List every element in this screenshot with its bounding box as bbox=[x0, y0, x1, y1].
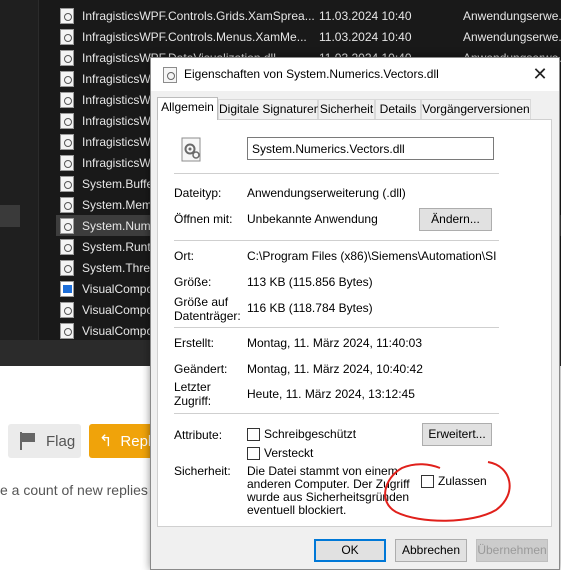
security-text-line2: anderen Computer. Der Zugriff bbox=[247, 477, 410, 491]
location-label: Ort: bbox=[174, 249, 194, 263]
file-name: InfragisticsWPF.Controls.Menus.XamMe... bbox=[82, 29, 307, 44]
dll-file-icon bbox=[60, 238, 74, 255]
dll-file-icon bbox=[60, 217, 74, 234]
allow-checkbox[interactable]: Zulassen bbox=[419, 472, 487, 490]
file-type: Anwendungserwe... bbox=[463, 29, 561, 44]
dll-gear-icon bbox=[181, 137, 201, 162]
disk-size-label-line1: Größe auf bbox=[174, 295, 229, 309]
opens-with-label: Öffnen mit: bbox=[174, 212, 233, 226]
forum-notice-text: e a count of new replies bbox=[0, 482, 148, 498]
flag-label: Flag bbox=[46, 432, 76, 450]
type-value: Anwendungserweiterung (.dll) bbox=[247, 186, 406, 200]
file-row[interactable]: InfragisticsWPF.Controls.Grids.XamSprea.… bbox=[56, 5, 561, 26]
allow-label: Zulassen bbox=[438, 474, 487, 488]
size-label: Größe: bbox=[174, 275, 212, 289]
navigation-pane bbox=[0, 0, 38, 340]
dll-file-icon bbox=[60, 259, 74, 276]
dialog-title: Eigenschaften von System.Numerics.Vector… bbox=[184, 67, 439, 81]
opens-with-value: Unbekannte Anwendung bbox=[247, 212, 378, 226]
hidden-checkbox[interactable]: Versteckt bbox=[247, 446, 313, 460]
tab-security[interactable]: Sicherheit bbox=[318, 99, 375, 119]
attributes-label: Attribute: bbox=[174, 428, 223, 442]
type-label: Dateityp: bbox=[174, 186, 222, 200]
general-tab-panel: Dateityp: Anwendungserweiterung (.dll) Ö… bbox=[157, 119, 552, 527]
location-value: C:\Program Files (x86)\Siemens\Automatio… bbox=[247, 249, 497, 263]
flag-button[interactable]: Flag bbox=[8, 424, 81, 458]
disk-size-label-line2: Datenträger: bbox=[174, 309, 241, 323]
dll-file-icon bbox=[163, 67, 177, 83]
file-name-field[interactable] bbox=[247, 137, 494, 160]
dll-file-icon bbox=[60, 28, 74, 45]
reply-label: Repl bbox=[120, 432, 152, 450]
dialog-titlebar[interactable]: Eigenschaften von System.Numerics.Vector… bbox=[151, 58, 559, 91]
cancel-button[interactable]: Abbrechen bbox=[395, 539, 467, 562]
modified-label: Geändert: bbox=[174, 362, 228, 376]
dll-file-icon bbox=[60, 70, 74, 87]
accessed-label-line2: Zugriff: bbox=[174, 394, 212, 408]
dll-file-icon bbox=[60, 112, 74, 129]
size-value: 113 KB (115.856 Bytes) bbox=[247, 275, 373, 289]
separator bbox=[174, 413, 499, 414]
security-text-line3: wurde aus Sicherheitsgründen bbox=[247, 490, 410, 504]
navigation-selection bbox=[0, 205, 20, 227]
flag-icon bbox=[20, 432, 40, 450]
security-label: Sicherheit: bbox=[174, 464, 231, 478]
tab-general[interactable]: Allgemein bbox=[157, 97, 218, 120]
advanced-button[interactable]: Erweitert... bbox=[422, 423, 492, 446]
created-label: Erstellt: bbox=[174, 336, 215, 350]
tab-digital-signatures[interactable]: Digitale Signaturen bbox=[218, 99, 320, 119]
tab-previous-versions[interactable]: Vorgängerversionen bbox=[421, 99, 531, 119]
dll-file-icon bbox=[60, 7, 74, 24]
file-date: 11.03.2024 10:40 bbox=[319, 29, 412, 44]
dll-file-icon bbox=[60, 133, 74, 150]
dll-file-icon bbox=[60, 91, 74, 108]
security-text-line1: Die Datei stammt von einem bbox=[247, 464, 398, 478]
change-button[interactable]: Ändern... bbox=[419, 208, 492, 231]
disk-size-value: 116 KB (118.784 Bytes) bbox=[247, 301, 373, 315]
checkbox-box[interactable] bbox=[247, 446, 260, 460]
separator bbox=[174, 327, 499, 328]
readonly-label: Schreibgeschützt bbox=[264, 427, 357, 441]
separator bbox=[174, 240, 499, 241]
created-value: Montag, 11. März 2024, 11:40:03 bbox=[247, 336, 423, 350]
accessed-value: Heute, 11. März 2024, 13:12:45 bbox=[247, 387, 415, 401]
dll-file-icon bbox=[60, 49, 74, 66]
properties-dialog: Eigenschaften von System.Numerics.Vector… bbox=[150, 57, 560, 570]
accessed-label-line1: Letzter bbox=[174, 380, 211, 394]
checkbox-box[interactable] bbox=[421, 474, 434, 488]
dll-file-icon bbox=[60, 322, 74, 339]
ok-button[interactable]: OK bbox=[314, 539, 386, 562]
file-date: 11.03.2024 10:40 bbox=[319, 8, 412, 23]
modified-value: Montag, 11. März 2024, 10:40:42 bbox=[247, 362, 423, 376]
file-name: InfragisticsWPF.Controls.Grids.XamSprea.… bbox=[82, 8, 315, 23]
tab-details[interactable]: Details bbox=[375, 99, 421, 119]
application-icon bbox=[60, 280, 74, 297]
dll-file-icon bbox=[60, 301, 74, 318]
dll-file-icon bbox=[60, 196, 74, 213]
dll-file-icon bbox=[60, 175, 74, 192]
dll-file-icon bbox=[60, 154, 74, 171]
hidden-label: Versteckt bbox=[264, 446, 314, 460]
close-button[interactable]: ✕ bbox=[523, 60, 557, 88]
checkbox-box[interactable] bbox=[247, 427, 260, 441]
pane-divider bbox=[38, 0, 39, 340]
separator bbox=[174, 173, 499, 174]
close-icon: ✕ bbox=[532, 64, 548, 84]
file-type: Anwendungserwe... bbox=[463, 8, 561, 23]
apply-button[interactable]: Übernehmen bbox=[476, 539, 548, 562]
file-row[interactable]: InfragisticsWPF.Controls.Menus.XamMe... … bbox=[56, 26, 561, 47]
reply-arrow-icon: ↰ bbox=[99, 433, 113, 450]
readonly-checkbox[interactable]: Schreibgeschützt bbox=[247, 427, 356, 441]
security-text-line4: eventuell blockiert. bbox=[247, 503, 347, 517]
